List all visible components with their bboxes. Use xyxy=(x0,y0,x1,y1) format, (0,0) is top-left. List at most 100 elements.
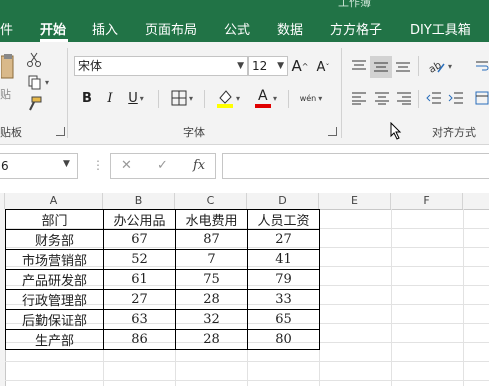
grow-font-icon: A xyxy=(291,57,302,75)
paste-label[interactable]: 贴 xyxy=(0,86,11,102)
table-cell[interactable]: 后勤保证部 xyxy=(5,309,104,330)
table-cell[interactable]: 75 xyxy=(175,269,248,290)
fill-color-button[interactable]: ▾ xyxy=(212,86,244,110)
align-bottom-icon[interactable] xyxy=(393,56,413,76)
phonetic-button[interactable]: wén ▾ xyxy=(294,86,328,110)
table-cell[interactable]: 61 xyxy=(103,269,176,290)
align-center-icon[interactable] xyxy=(372,88,392,108)
table-cell[interactable]: 41 xyxy=(247,249,320,270)
column-header-c[interactable]: C xyxy=(175,193,247,209)
increase-indent-icon[interactable] xyxy=(446,88,466,108)
borders-button[interactable]: ▾ xyxy=(166,88,198,108)
copy-icon[interactable]: ▾ xyxy=(24,72,52,92)
tab-diy-toolbox[interactable]: DIY工具箱 xyxy=(410,19,471,38)
shrink-font-icon: A xyxy=(316,59,326,75)
divider xyxy=(418,56,419,76)
table-cell[interactable]: 86 xyxy=(103,329,176,350)
underline-button[interactable]: U ▾ xyxy=(122,88,150,108)
column-header-d[interactable]: D xyxy=(247,193,319,209)
font-size-value: 12 xyxy=(252,59,268,73)
align-middle-icon[interactable] xyxy=(370,56,392,78)
table-cell[interactable]: 65 xyxy=(247,309,320,330)
ribbon-tabs: 件 开始 插入 页面布局 公式 数据 方方格子 DIY工具箱 xyxy=(0,12,489,42)
grow-font-button[interactable]: A ^ xyxy=(290,56,310,76)
table-cell[interactable]: 27 xyxy=(103,289,176,310)
cell-b1[interactable]: 办公用品 xyxy=(103,209,176,230)
phonetic-icon: wén xyxy=(299,93,317,103)
font-color-button[interactable]: A ▾ xyxy=(250,86,282,110)
ribbon-separator xyxy=(67,48,68,138)
chevron-down-icon[interactable]: ▼ xyxy=(63,159,70,169)
gridline xyxy=(391,209,392,386)
enter-icon[interactable]: ✓ xyxy=(157,158,168,173)
table-cell[interactable]: 28 xyxy=(175,289,248,310)
tab-home[interactable]: 开始 xyxy=(40,19,66,38)
align-top-icon[interactable] xyxy=(349,56,369,76)
column-header-e[interactable]: E xyxy=(319,193,391,209)
tab-page-layout[interactable]: 页面布局 xyxy=(145,19,197,38)
font-launcher-icon[interactable] xyxy=(328,127,337,136)
paste-icon[interactable] xyxy=(0,50,16,84)
mouse-cursor-icon xyxy=(390,121,402,143)
tab-file[interactable]: 件 xyxy=(0,19,13,38)
clipboard-launcher-icon[interactable] xyxy=(56,127,65,136)
font-size-select[interactable]: 12 ▼ xyxy=(248,56,288,76)
cancel-icon[interactable]: ✕ xyxy=(121,158,132,173)
align-left-icon[interactable] xyxy=(349,88,369,108)
format-painter-icon[interactable] xyxy=(24,94,44,114)
gridline xyxy=(5,361,489,362)
wrap-text-icon[interactable] xyxy=(474,56,489,76)
table-cell[interactable]: 63 xyxy=(103,309,176,330)
chevron-down-icon: ▼ xyxy=(277,61,284,71)
table-cell[interactable]: 产品研发部 xyxy=(5,269,104,290)
bold-button[interactable]: B xyxy=(78,88,96,108)
cell-c1[interactable]: 水电费用 xyxy=(175,209,248,230)
insert-function-icon[interactable]: fx xyxy=(193,158,205,173)
align-right-icon[interactable] xyxy=(394,88,414,108)
scissors-icon[interactable] xyxy=(24,50,44,70)
cell-d1[interactable]: 人员工资 xyxy=(247,209,320,230)
font-color-icon: A xyxy=(257,88,268,104)
column-header-b[interactable]: B xyxy=(103,193,175,209)
divider xyxy=(288,90,289,108)
table-cell[interactable]: 7 xyxy=(175,249,248,270)
tab-insert[interactable]: 插入 xyxy=(92,19,118,38)
column-headers: A B C D E F xyxy=(0,193,489,210)
name-box[interactable]: 6 ▼ xyxy=(0,153,78,179)
divider xyxy=(418,90,419,108)
tab-data[interactable]: 数据 xyxy=(277,19,303,38)
table-cell[interactable]: 32 xyxy=(175,309,248,330)
tab-fangfanggezi[interactable]: 方方格子 xyxy=(330,19,382,38)
tab-formulas[interactable]: 公式 xyxy=(224,19,250,38)
resize-handle-icon[interactable]: ⋮ xyxy=(92,158,104,172)
table-cell[interactable]: 市场营销部 xyxy=(5,249,104,270)
table-cell[interactable]: 27 xyxy=(247,229,320,250)
table-cell[interactable]: 87 xyxy=(175,229,248,250)
column-header-f[interactable]: F xyxy=(391,193,463,209)
font-color-bar xyxy=(254,104,271,108)
orientation-button[interactable]: ab ▾ xyxy=(424,56,456,76)
cell-a1[interactable]: 部门 xyxy=(5,209,104,230)
font-group-label: 字体 xyxy=(183,126,205,139)
divider xyxy=(204,90,205,108)
table-header-row: 部门 办公用品 水电费用 人员工资 xyxy=(5,209,320,230)
clipboard-group-label: 贴板 xyxy=(0,126,22,139)
italic-button[interactable]: I xyxy=(102,88,118,108)
table-cell[interactable]: 生产部 xyxy=(5,329,104,350)
table-cell[interactable]: 67 xyxy=(103,229,176,250)
table-cell[interactable]: 行政管理部 xyxy=(5,289,104,310)
decrease-indent-icon[interactable] xyxy=(424,88,444,108)
merge-icon[interactable] xyxy=(474,88,489,108)
column-header-a[interactable]: A xyxy=(5,193,103,209)
table-cell[interactable]: 28 xyxy=(175,329,248,350)
shrink-font-button[interactable]: Aˇ xyxy=(313,58,333,76)
table-cell[interactable]: 80 xyxy=(247,329,320,350)
font-name-select[interactable]: 宋体 ▼ xyxy=(74,56,248,76)
table-row: 产品研发部 61 75 79 xyxy=(5,269,320,290)
table-cell[interactable]: 33 xyxy=(247,289,320,310)
formula-input[interactable] xyxy=(222,153,489,179)
table-cell[interactable]: 52 xyxy=(103,249,176,270)
table-cell[interactable]: 财务部 xyxy=(5,229,104,250)
gridline xyxy=(5,380,489,381)
table-cell[interactable]: 79 xyxy=(247,269,320,290)
